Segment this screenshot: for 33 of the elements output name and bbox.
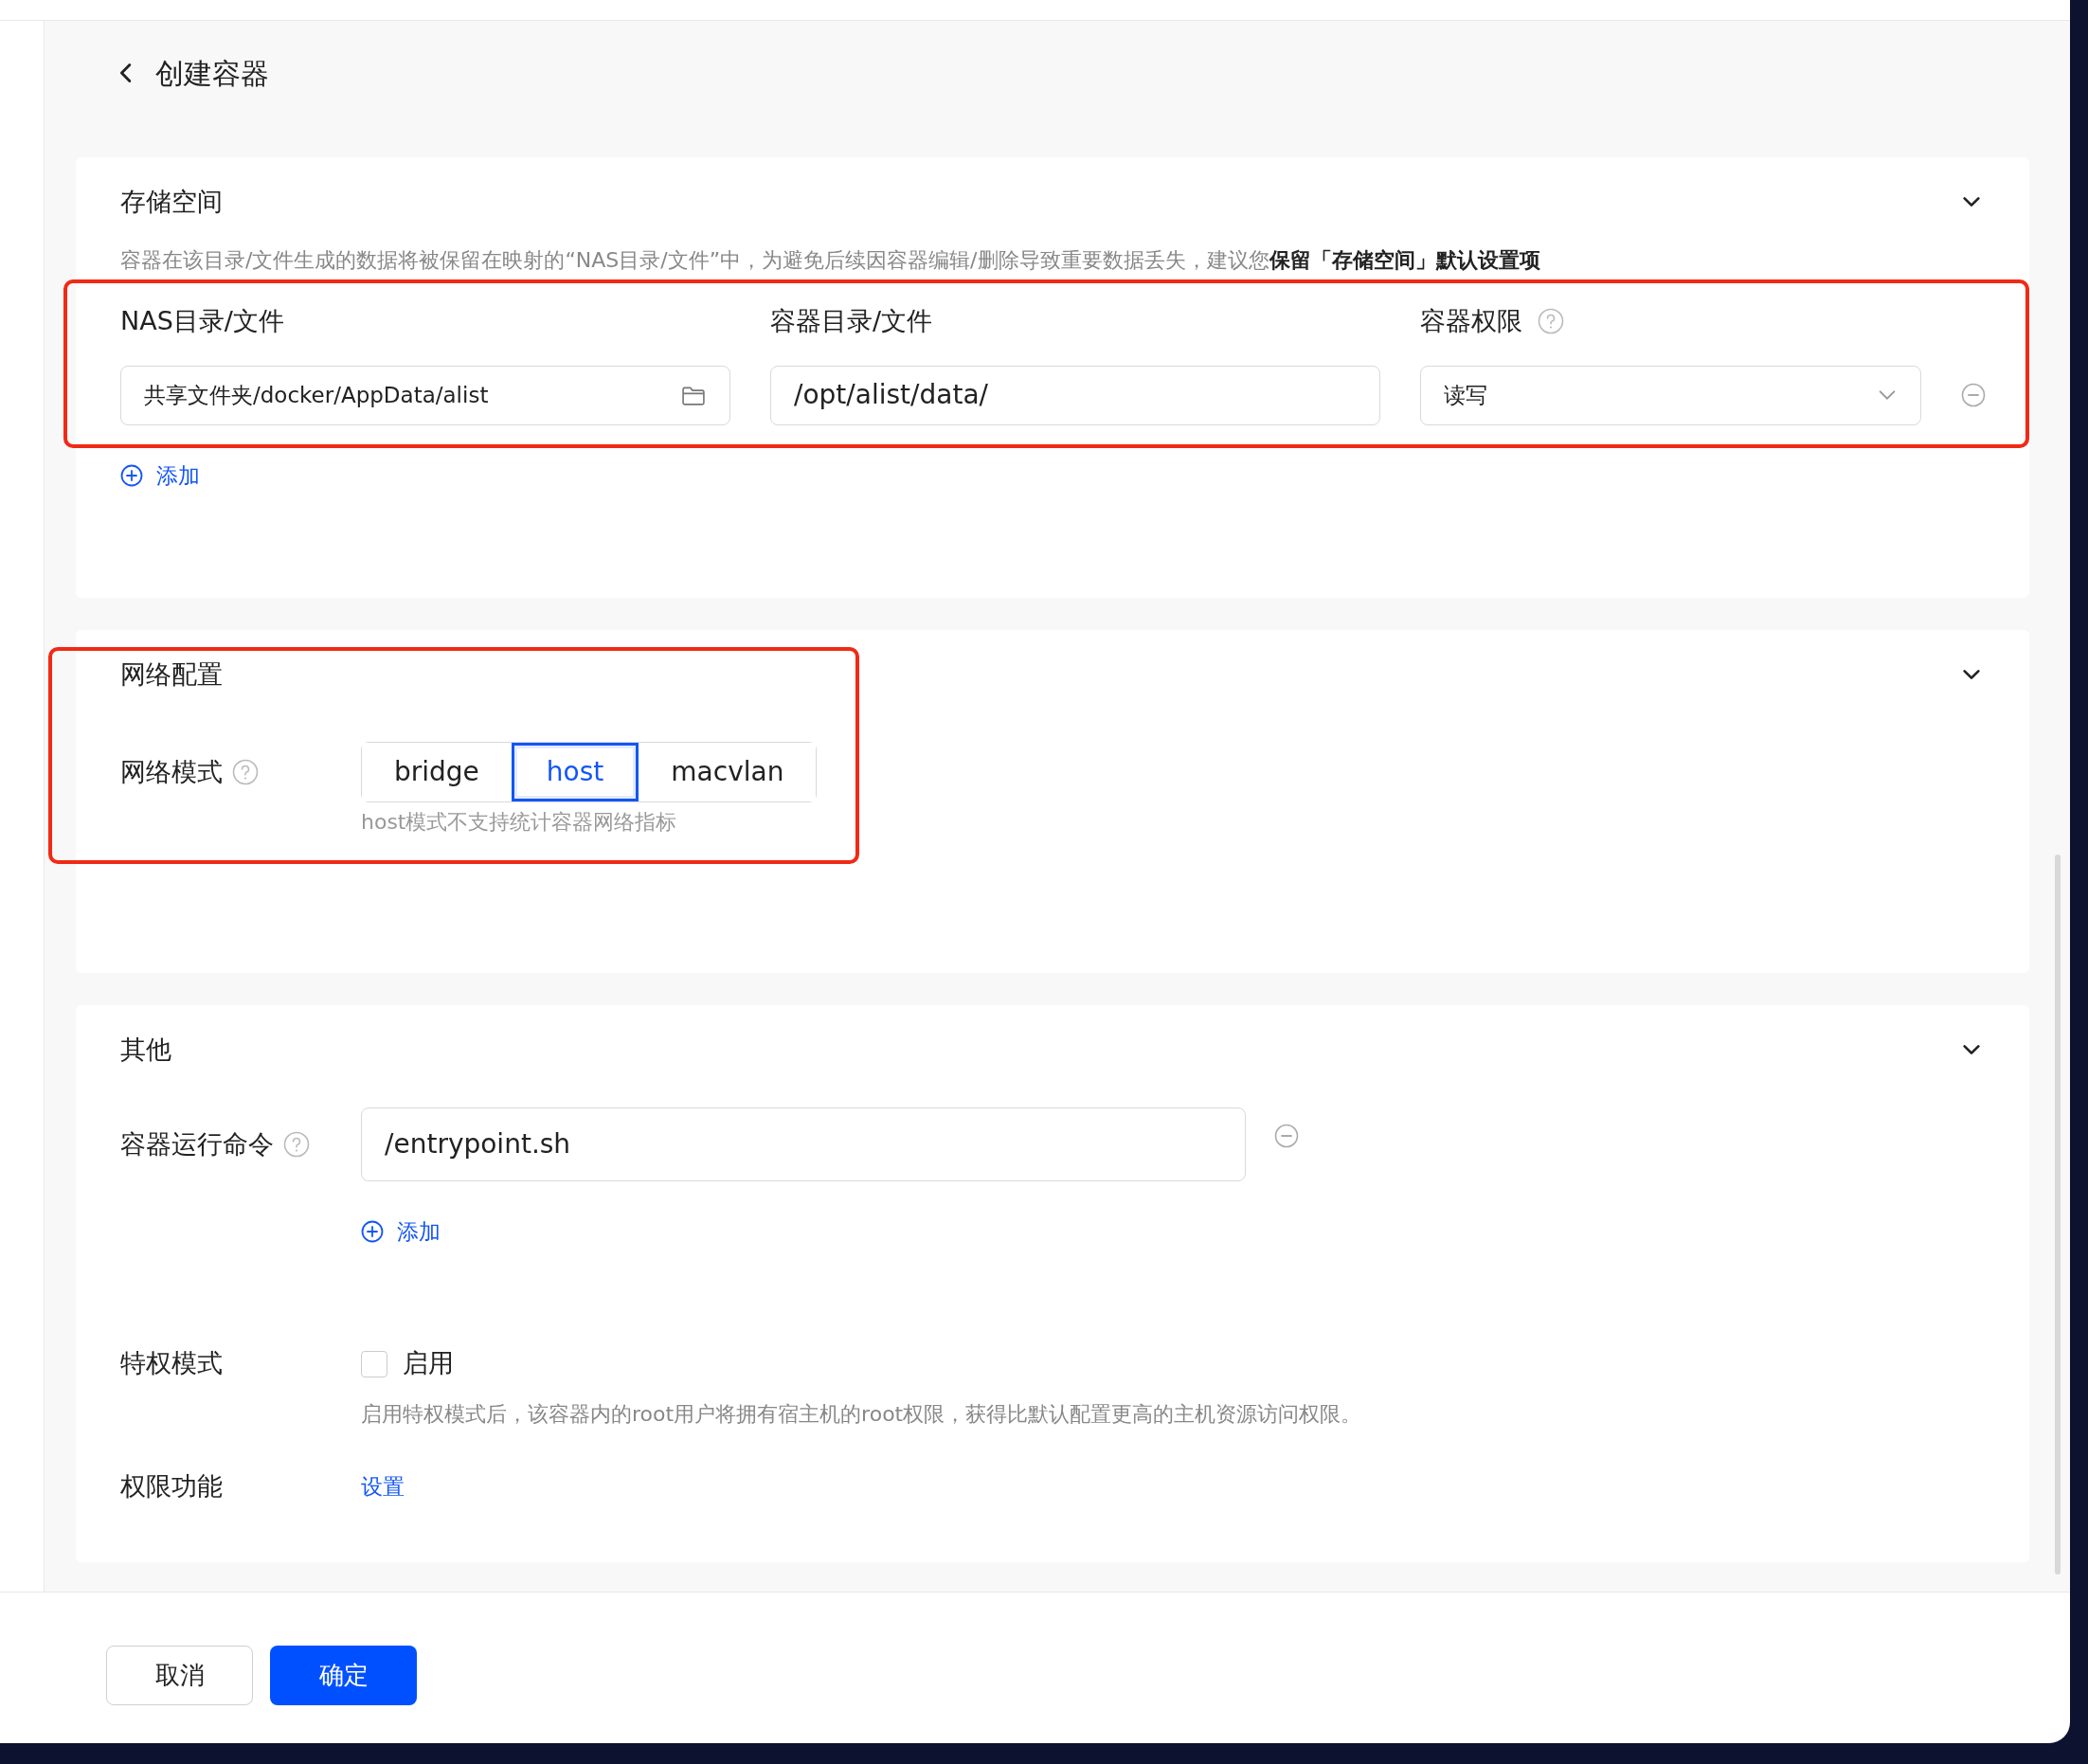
path-field[interactable]: /opt/alist/data/	[770, 365, 1380, 425]
command-field[interactable]: /entrypoint.sh	[361, 1107, 1246, 1181]
remove-icon[interactable]	[1274, 1124, 1299, 1148]
section-title: 网络配置	[120, 657, 223, 691]
confirm-button[interactable]: 确定	[270, 1646, 417, 1705]
checkbox-label[interactable]: 启用	[403, 1344, 454, 1383]
help-icon	[283, 1131, 310, 1158]
mode-option[interactable]: host	[511, 743, 639, 801]
help-icon	[1538, 308, 1564, 335]
section-title: 存储空间	[120, 185, 223, 218]
field-label: 特权模式	[120, 1347, 223, 1380]
checkbox[interactable]	[361, 1350, 387, 1377]
add-button[interactable]: 添加	[361, 1215, 441, 1249]
plus-circle-icon	[120, 463, 143, 487]
storage-note: 容器在该目录/文件生成的数据将被保留在映射的“NAS目录/文件”中，为避免后续因容器编辑/删除导致重要数据丢失，建议您保留「存储空间」默认设置项	[120, 247, 1541, 274]
column-label: NAS目录/文件	[120, 305, 284, 337]
help-icon	[232, 759, 259, 785]
page-title: 创建容器	[155, 55, 269, 92]
section-title: 其他	[120, 1033, 171, 1066]
permission-select[interactable]: 读写	[1420, 365, 1921, 425]
column-label: 容器目录/文件	[770, 305, 933, 337]
plus-circle-icon	[361, 1220, 384, 1244]
field-label: 网络模式	[120, 755, 223, 788]
path-field[interactable]: 共享文件夹/docker/AppData/alist	[120, 365, 730, 425]
add-button[interactable]: 添加	[120, 459, 200, 492]
field-label: 权限功能	[120, 1469, 223, 1503]
hint-text: host模式不支持统计容器网络指标	[361, 809, 678, 836]
remove-icon[interactable]	[1961, 383, 1986, 407]
cancel-button[interactable]: 取消	[106, 1646, 253, 1705]
field-label: 容器运行命令	[120, 1127, 274, 1161]
settings-link[interactable]: 设置	[361, 1469, 405, 1503]
description-text: 启用特权模式后，该容器内的root用户将拥有宿主机的root权限，获得比默认配置更高的主机资源访问权限。	[361, 1400, 1363, 1428]
column-label: 容器权限	[1420, 305, 1522, 337]
